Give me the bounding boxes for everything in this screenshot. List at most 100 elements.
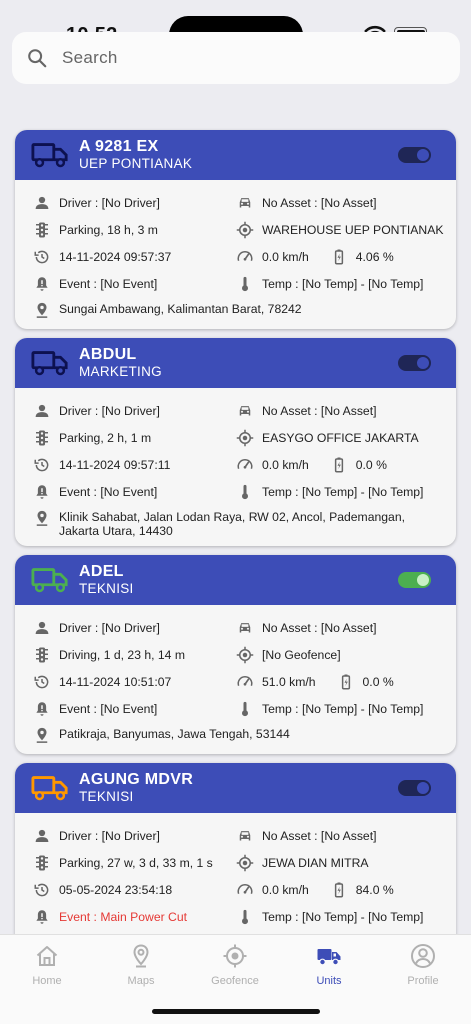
traffic-light-icon — [36, 855, 48, 870]
asset-info: No Asset : [No Asset] — [238, 827, 456, 845]
map-pin-icon — [36, 510, 48, 526]
car-icon — [239, 405, 251, 415]
truck-icon — [317, 949, 341, 966]
driver-info: Driver : [No Driver] — [15, 619, 238, 637]
unit-card[interactable]: ADEL TEKNISI Driver : [No Driver] No Ass… — [15, 555, 456, 754]
tab-label-home: Home — [32, 975, 62, 987]
geofence-info: EASYGO OFFICE JAKARTA — [236, 429, 456, 447]
location-target-icon — [236, 854, 254, 871]
truck-icon — [31, 776, 68, 801]
engine-status-text: Driving, 1 d, 23 h, 14 m — [59, 647, 185, 662]
battery-charging-icon — [334, 249, 343, 264]
event-info: Event : [No Event] — [15, 483, 238, 501]
history-icon — [34, 675, 49, 688]
asset-text: No Asset : [No Asset] — [262, 620, 377, 635]
engine-status-text: Parking, 27 w, 3 d, 33 m, 1 s — [59, 855, 213, 870]
battery-text: 0.0 % — [355, 457, 387, 472]
person-icon — [35, 621, 49, 634]
tab-home[interactable]: Home — [7, 943, 87, 987]
event-info: Event : Main Power Cut — [15, 908, 238, 926]
event-info: Event : [No Event] — [15, 275, 238, 293]
geofence-info: WAREHOUSE UEP PONTIANAK — [236, 221, 456, 239]
unit-name: AGUNG MDVR — [79, 771, 194, 788]
asset-text: No Asset : [No Asset] — [262, 828, 377, 843]
speed-info: 0.0 km/h 4.06 % — [237, 248, 456, 266]
geofence-text: [No Geofence] — [262, 647, 341, 662]
engine-status-info: Parking, 18 h, 3 m — [15, 221, 238, 239]
unit-card[interactable]: A 9281 EX UEP PONTIANAK Driver : [No Dri… — [15, 130, 456, 329]
unit-card[interactable]: AGUNG MDVR TEKNISI Driver : [No Driver] … — [15, 763, 456, 962]
tab-units[interactable]: Units — [289, 943, 369, 987]
tab-geofence[interactable]: Geofence — [195, 943, 275, 987]
unit-card-header[interactable]: ABDUL MARKETING — [15, 338, 456, 388]
temperature-text: Temp : [No Temp] - [No Temp] — [262, 276, 424, 291]
history-icon — [34, 458, 49, 471]
address-text: Patikraja, Banyumas, Jawa Tengah, 53144 — [59, 727, 290, 741]
geofence-info: JEWA DIAN MITRA — [236, 854, 456, 872]
asset-info: No Asset : [No Asset] — [238, 402, 456, 420]
speed-info: 0.0 km/h 0.0 % — [237, 456, 456, 474]
engine-status-info: Parking, 2 h, 1 m — [15, 429, 238, 447]
battery-text: 0.0 % — [362, 674, 394, 689]
unit-toggle[interactable] — [398, 147, 431, 163]
thermometer-icon — [242, 276, 248, 291]
thermometer-icon — [242, 701, 248, 716]
battery-text: 84.0 % — [355, 882, 394, 897]
geofence-info: [No Geofence] — [236, 646, 456, 664]
unit-toggle[interactable] — [398, 355, 431, 371]
speedometer-icon — [237, 458, 253, 469]
asset-text: No Asset : [No Asset] — [262, 403, 377, 418]
map-pin-icon — [133, 944, 149, 968]
unit-card[interactable]: ABDUL MARKETING Driver : [No Driver] No … — [15, 338, 456, 546]
search-input[interactable]: Search — [62, 48, 118, 68]
update-time-info: 14-11-2024 10:51:07 — [15, 673, 238, 691]
tab-maps[interactable]: Maps — [101, 943, 181, 987]
home-indicator — [152, 1009, 320, 1014]
truck-icon — [31, 568, 68, 593]
unit-toggle[interactable] — [398, 572, 431, 588]
unit-card-header[interactable]: AGUNG MDVR TEKNISI — [15, 763, 456, 813]
traffic-light-icon — [36, 647, 48, 662]
unit-name: ADEL — [79, 563, 124, 580]
car-icon — [239, 830, 251, 840]
address-info: Sungai Ambawang, Kalimantan Barat, 78242 — [15, 297, 456, 323]
speed-info: 0.0 km/h 84.0 % — [237, 881, 456, 899]
asset-info: No Asset : [No Asset] — [238, 194, 456, 212]
driver-text: Driver : [No Driver] — [59, 620, 160, 635]
person-icon — [35, 196, 49, 209]
battery-charging-icon — [334, 882, 343, 897]
person-icon — [35, 404, 49, 417]
unit-card-header[interactable]: ADEL TEKNISI — [15, 555, 456, 605]
address-info: Patikraja, Banyumas, Jawa Tengah, 53144 — [15, 722, 456, 748]
geofence-text: EASYGO OFFICE JAKARTA — [262, 430, 419, 445]
person-icon — [35, 829, 49, 842]
map-pin-icon — [36, 302, 48, 318]
update-time-text: 14-11-2024 09:57:11 — [59, 457, 171, 472]
unit-name: A 9281 EX — [79, 138, 159, 155]
asset-text: No Asset : [No Asset] — [262, 195, 377, 210]
bell-alert-icon — [36, 701, 48, 716]
driver-text: Driver : [No Driver] — [59, 195, 160, 210]
traffic-light-icon — [36, 430, 48, 445]
truck-icon — [31, 143, 68, 168]
tab-profile[interactable]: Profile — [383, 943, 463, 987]
temperature-info: Temp : [No Temp] - [No Temp] — [238, 700, 456, 718]
engine-status-text: Parking, 18 h, 3 m — [59, 222, 158, 237]
speed-text: 0.0 km/h — [262, 882, 309, 897]
battery-charging-icon — [334, 457, 343, 472]
history-icon — [34, 250, 49, 263]
speed-text: 0.0 km/h — [262, 457, 309, 472]
home-icon — [36, 946, 58, 966]
update-time-text: 05-05-2024 23:54:18 — [59, 882, 173, 897]
unit-card-header[interactable]: A 9281 EX UEP PONTIANAK — [15, 130, 456, 180]
address-text: Klinik Sahabat, Jalan Lodan Raya, RW 02,… — [59, 510, 405, 538]
geofence-icon — [223, 944, 247, 968]
unit-toggle[interactable] — [398, 780, 431, 796]
search-bar[interactable]: Search — [12, 32, 460, 84]
event-text: Event : [No Event] — [59, 484, 158, 499]
truck-icon — [31, 351, 68, 376]
thermometer-icon — [242, 909, 248, 924]
traffic-light-icon — [36, 222, 48, 237]
bell-alert-icon — [36, 909, 48, 924]
geofence-text: JEWA DIAN MITRA — [262, 855, 369, 870]
